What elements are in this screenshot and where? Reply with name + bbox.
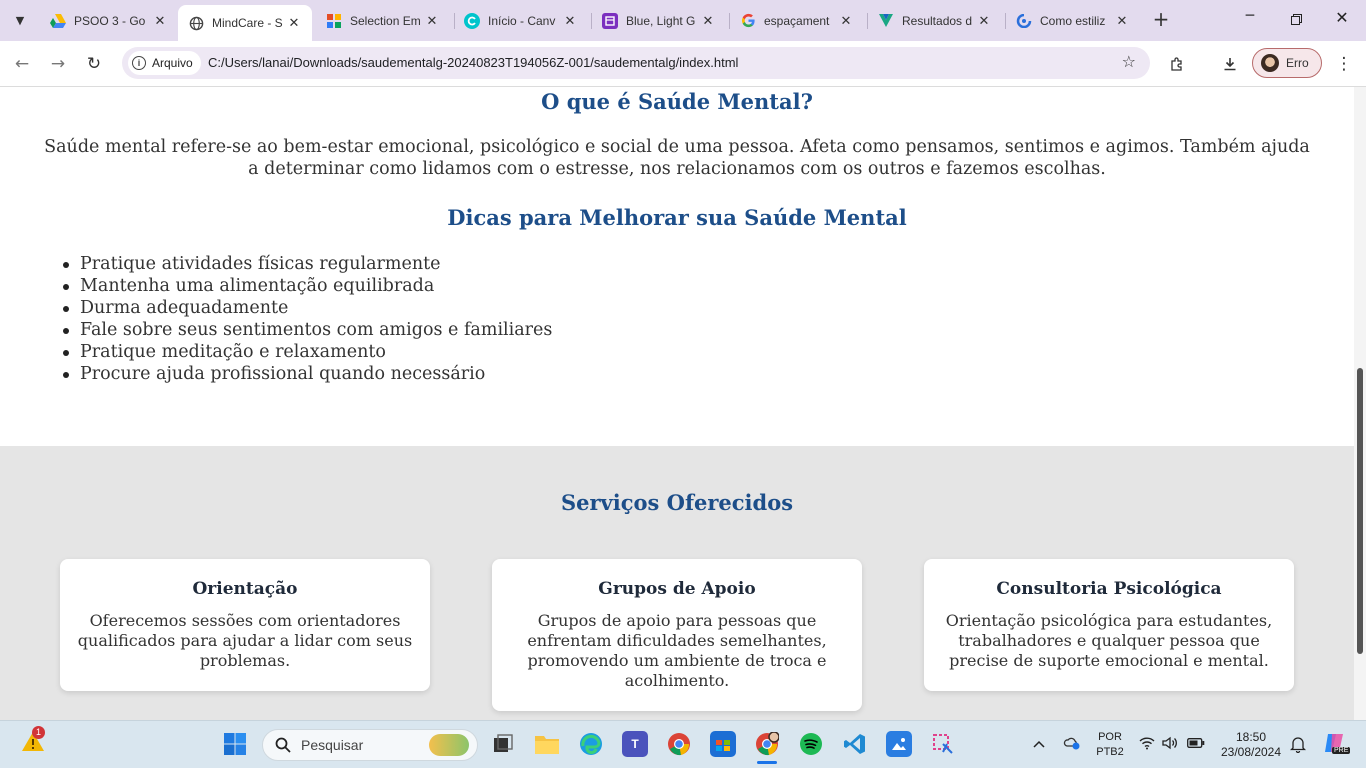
url-text[interactable]: C:/Users/lanai/Downloads/saudementalg-20… [208,55,738,70]
teams-icon[interactable]: T [622,731,648,757]
list-item: Fale sobre seus sentimentos com amigos e… [62,320,553,340]
about-heading: O que é Saúde Mental? [541,89,813,114]
about-paragraph: Saúde mental refere-se ao bem-estar emoc… [44,137,1310,179]
wifi-icon[interactable] [1139,736,1155,754]
chevron-up-icon[interactable] [1033,737,1045,752]
edge-icon[interactable] [578,731,604,757]
onedrive-sync-icon[interactable] [1063,735,1081,755]
tab-resultados[interactable]: Resultados d ✕ [868,6,1002,35]
globe-icon [188,15,204,31]
service-card-orientacao: Orientação Oferecemos sessões com orient… [60,559,430,691]
microsoft-store-icon[interactable] [710,731,736,757]
chrome-profile-icon[interactable] [754,731,780,764]
list-item: Procure ajuda profissional quando necess… [62,363,552,385]
canva-icon [464,12,480,29]
chrome-icon[interactable] [666,731,692,757]
reload-icon[interactable]: ↻ [81,51,107,77]
spotify-icon[interactable] [798,731,824,757]
card-text: Orientação psicológica para estudantes, … [945,611,1273,670]
copilot-icon [1016,13,1032,29]
close-tab-icon[interactable]: ✕ [1114,13,1130,29]
site-info-chip[interactable]: i Arquivo [128,51,201,75]
weather-widget[interactable]: 1 [20,726,46,755]
task-view-icon[interactable] [490,731,516,757]
profile-button[interactable]: Erro [1252,48,1322,78]
windows-taskbar: 1 Pesquisar T POR PTB2 18:50 23/08/2024 … [0,720,1366,768]
language-indicator[interactable]: POR PTB2 [1092,730,1128,760]
service-card-consultoria: Consultoria Psicológica Orientação psico… [924,559,1294,691]
list-item: Pratique meditação e relaxamento [62,341,552,363]
windows-start-icon[interactable] [222,731,248,757]
tab-search-button[interactable]: ▼ [8,8,32,32]
taskbar-search[interactable]: Pesquisar [262,729,478,761]
notification-badge: 1 [32,726,45,739]
notifications-bell-icon[interactable] [1289,735,1307,757]
card-title: Grupos de Apoio [598,579,756,599]
google-icon [740,13,756,29]
close-tab-icon[interactable]: ✕ [562,13,578,29]
card-text: Grupos de apoio para pessoas que enfrent… [527,611,827,690]
scrollbar-thumb[interactable] [1357,368,1363,654]
snipping-tool-icon[interactable] [930,731,956,757]
tab-strip: ▼ PSOO 3 - Go ✕ MindCare - S ✕ Selection… [0,0,1366,41]
menu-kebab-icon[interactable]: ⋮ [1333,53,1355,75]
tab-selection[interactable]: Selection Em ✕ [316,6,450,35]
services-heading: Serviços Oferecidos [560,490,794,515]
card-title: Orientação [192,579,298,599]
search-highlight-icon [429,734,469,756]
tab-mindcare[interactable]: MindCare - S ✕ [178,5,312,41]
close-tab-icon[interactable]: ✕ [976,13,992,29]
palette-icon [602,12,618,29]
chevron-down-icon: ▼ [15,13,25,27]
close-tab-icon[interactable]: ✕ [838,13,854,29]
restore-icon[interactable] [1284,8,1308,32]
vuetify-icon [878,13,894,29]
avatar [1261,54,1279,72]
tips-heading: Dicas para Melhorar sua Saúde Mental [447,205,907,230]
copilot-taskbar-icon[interactable]: PRE [1322,731,1351,759]
minimize-icon[interactable]: ─ [1238,8,1262,32]
list-item: Mantenha uma alimentação equilibrada [62,275,552,297]
tab-canva[interactable]: Início - Canv ✕ [454,6,588,35]
tab-blue-light[interactable]: Blue, Light G ✕ [592,6,726,35]
address-bar[interactable]: i Arquivo C:/Users/lanai/Downloads/saude… [122,47,1150,79]
page-content: O que é Saúde Mental? Saúde mental refer… [0,87,1354,720]
list-item: Durma adequadamente [62,297,552,319]
figma-icon [326,13,342,29]
google-drive-icon [50,13,66,29]
volume-icon[interactable] [1162,736,1178,754]
services-section: Serviços Oferecidos Orientação Oferecemo… [0,446,1354,720]
card-text: Oferecemos sessões com orientadores qual… [77,611,413,670]
close-tab-icon[interactable]: ✕ [424,13,440,29]
clock[interactable]: 18:50 23/08/2024 [1216,730,1286,760]
new-tab-button[interactable]: + [1150,9,1172,31]
close-window-icon[interactable]: ✕ [1330,8,1354,32]
download-icon[interactable] [1219,53,1241,75]
list-item: Pratique atividades físicas regularmente [62,253,552,275]
close-tab-icon[interactable]: ✕ [286,15,302,31]
tips-list: Pratique atividades físicas regularmente… [62,253,553,385]
extensions-icon[interactable] [1166,53,1188,75]
photos-icon[interactable] [886,731,912,757]
page-scrollbar[interactable] [1354,87,1366,720]
forward-icon[interactable]: → [45,51,71,77]
card-title: Consultoria Psicológica [996,579,1222,599]
page-viewport: O que é Saúde Mental? Saúde mental refer… [0,87,1366,720]
close-tab-icon[interactable]: ✕ [152,13,168,29]
file-explorer-icon[interactable] [534,731,560,757]
close-tab-icon[interactable]: ✕ [700,13,716,29]
bookmark-star-icon[interactable]: ☆ [1122,52,1136,71]
back-icon[interactable]: ← [9,51,35,77]
browser-toolbar: ← → ↻ i Arquivo C:/Users/lanai/Downloads… [0,41,1366,87]
battery-icon[interactable] [1187,737,1205,753]
tab-google-search[interactable]: espaçament ✕ [730,6,864,35]
tab-como-estilizar[interactable]: Como estiliz ✕ [1006,6,1140,35]
search-icon [275,737,291,753]
info-icon: i [132,56,146,70]
vscode-icon[interactable] [842,731,868,757]
service-card-grupos: Grupos de Apoio Grupos de apoio para pes… [492,559,862,711]
tab-psoo[interactable]: PSOO 3 - Go ✕ [40,6,178,35]
